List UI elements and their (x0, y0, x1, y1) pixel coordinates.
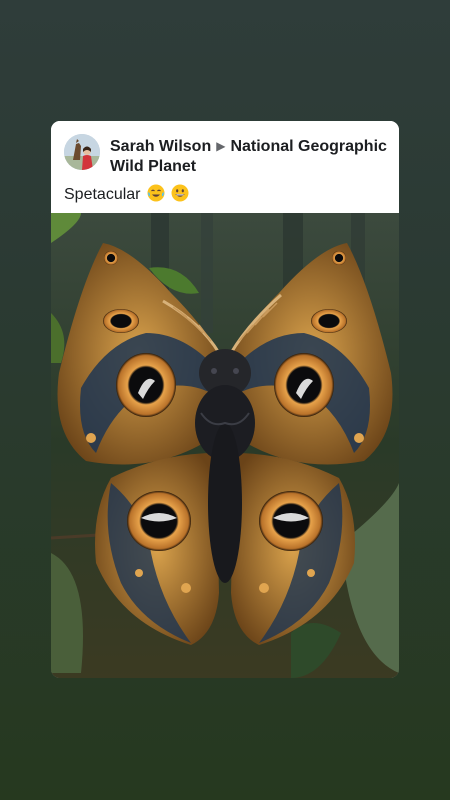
post-card: Sarah Wilson ▶ National Geographic Wild Pl… (51, 121, 399, 678)
moth-icon (51, 213, 399, 678)
post-header: Sarah Wilson ▶ National Geographic Wild Pl… (51, 121, 399, 213)
smiling-face-with-tears-icon (147, 184, 165, 202)
avatar-image (64, 134, 100, 170)
arrow-right-icon: ▶ (216, 139, 226, 153)
grinning-face-icon (171, 184, 189, 202)
post-text-line: Spetacular (64, 184, 189, 205)
author-name[interactable]: Sarah Wilson (110, 138, 211, 155)
avatar[interactable] (64, 134, 100, 170)
post-photo[interactable] (51, 213, 399, 678)
author-line: Sarah Wilson ▶ National Geographic Wild Pl… (110, 136, 394, 177)
post-text: Spetacular (64, 186, 141, 203)
